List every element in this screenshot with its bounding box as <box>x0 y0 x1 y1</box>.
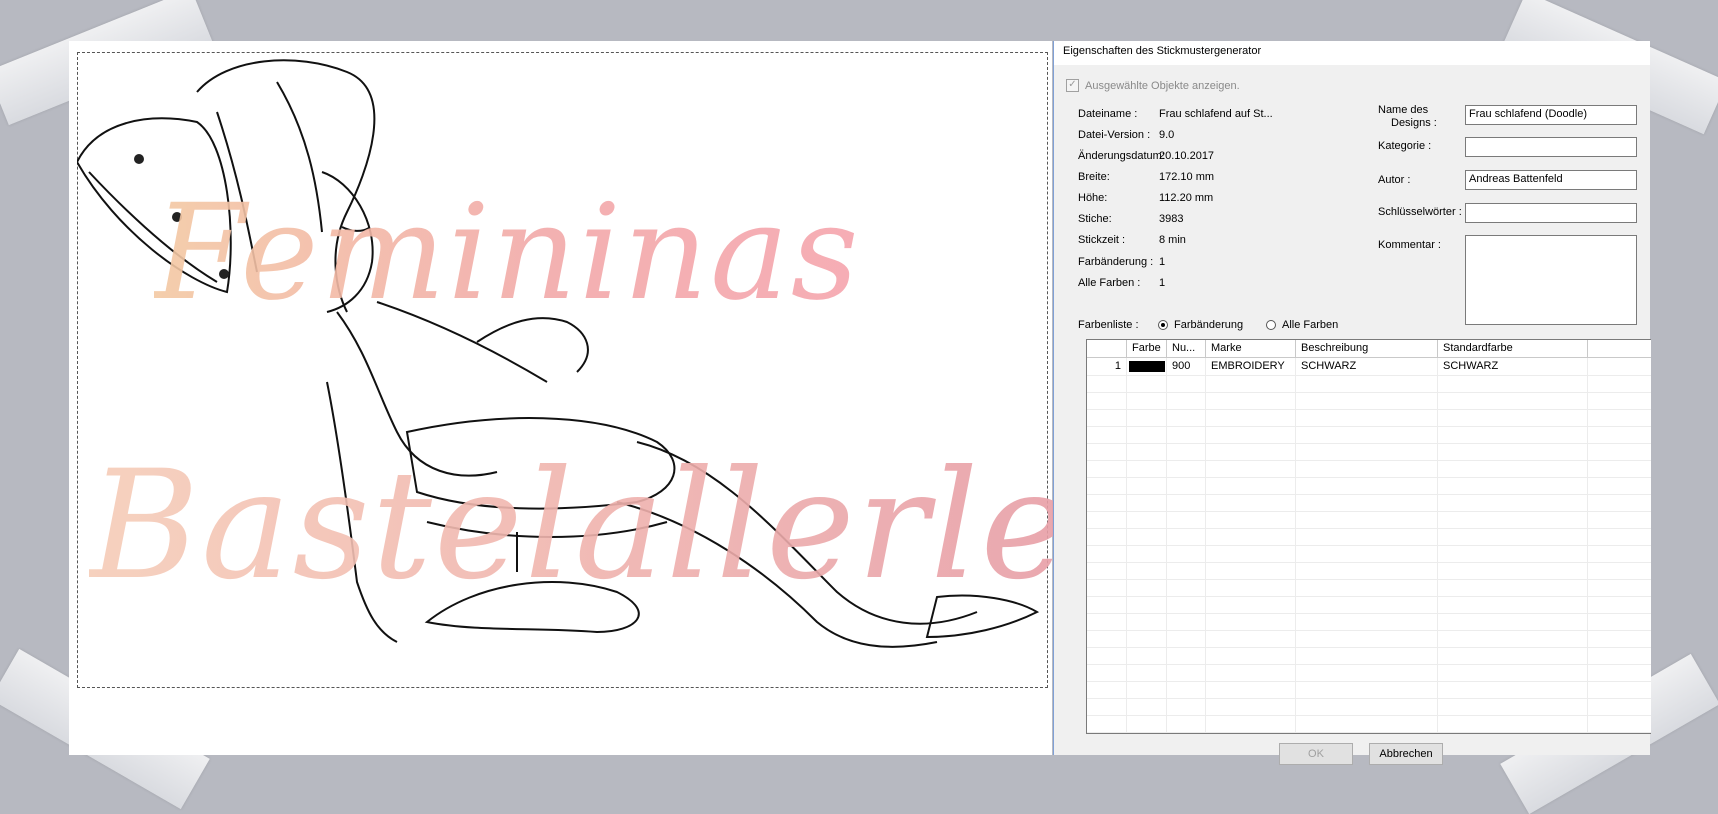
category-label: Kategorie : <box>1378 140 1432 152</box>
ok-button[interactable]: OK <box>1279 743 1353 765</box>
embroidery-canvas[interactable]: Femininas Bastelallerlei <box>69 41 1119 755</box>
radio-all-colors[interactable]: Alle Farben <box>1266 319 1338 331</box>
comment-label: Kommentar : <box>1378 239 1441 251</box>
info-label: Dateiname : <box>1078 108 1138 120</box>
cell-description: SCHWARZ <box>1296 358 1438 375</box>
radio-color-change-label: Farbänderung <box>1174 319 1244 331</box>
info-label: Stiche: <box>1078 213 1112 225</box>
keywords-input[interactable] <box>1465 203 1637 223</box>
column-header-extra[interactable] <box>1588 340 1650 357</box>
color-swatch <box>1129 360 1165 372</box>
info-value: 1 <box>1159 277 1166 289</box>
watermark-line-2: Bastelallerlei <box>89 439 1122 613</box>
cell-color-swatch <box>1127 358 1167 375</box>
info-value: 20.10.2017 <box>1159 150 1215 162</box>
radio-unselected-icon <box>1266 320 1276 330</box>
author-input[interactable]: Andreas Battenfeld <box>1465 170 1637 190</box>
info-value: Frau schlafend auf St... <box>1159 108 1273 120</box>
colorlist-label: Farbenliste : <box>1078 319 1139 331</box>
keywords-label: Schlüsselwörter : <box>1378 206 1462 218</box>
column-header-standard-color[interactable]: Standardfarbe <box>1438 340 1588 357</box>
info-label: Stickzeit : <box>1078 234 1126 246</box>
column-header-number[interactable]: Nu... <box>1167 340 1206 357</box>
cell-number: 900 <box>1167 358 1206 375</box>
properties-dialog: Eigenschaften des Stickmustergenerator ✓… <box>1053 41 1651 765</box>
column-header-brand[interactable]: Marke <box>1206 340 1296 357</box>
design-name-input[interactable]: Frau schlafend (Doodle) <box>1465 105 1637 125</box>
radio-selected-icon <box>1158 320 1168 330</box>
info-value: 1 <box>1159 256 1166 268</box>
info-label: Änderungsdatum: <box>1078 150 1165 162</box>
author-label: Autor : <box>1378 174 1411 186</box>
show-selected-objects-checkbox[interactable]: ✓ Ausgewählte Objekte anzeigen. <box>1066 79 1240 92</box>
info-label: Alle Farben : <box>1078 277 1141 289</box>
table-row[interactable]: 1 900 EMBROIDERY SCHWARZ SCHWARZ <box>1087 358 1651 376</box>
radio-all-colors-label: Alle Farben <box>1282 319 1339 331</box>
cell-standard-color: SCHWARZ <box>1438 358 1588 375</box>
column-header-description[interactable]: Beschreibung <box>1296 340 1438 357</box>
show-selected-objects-label: Ausgewählte Objekte anzeigen. <box>1085 79 1240 92</box>
dialog-title: Eigenschaften des Stickmustergenerator <box>1063 45 1262 57</box>
design-name-label-2: Designs : <box>1391 117 1437 129</box>
column-header-index[interactable] <box>1087 340 1127 357</box>
category-input[interactable] <box>1465 137 1637 157</box>
info-value: 112.20 mm <box>1159 192 1214 204</box>
info-label: Höhe: <box>1078 192 1108 204</box>
table-header: Farbe Nu... Marke Beschreibung Standardf… <box>1087 340 1651 358</box>
info-label: Breite: <box>1078 171 1110 183</box>
comment-textarea[interactable] <box>1465 235 1637 325</box>
info-value: 9.0 <box>1159 129 1175 141</box>
radio-color-change[interactable]: Farbänderung <box>1158 319 1243 331</box>
info-value: 8 min <box>1159 234 1186 246</box>
watermark-line-1: Femininas <box>154 176 861 330</box>
checkmark-icon: ✓ <box>1066 79 1079 92</box>
info-label: Farbänderung : <box>1078 256 1154 268</box>
info-value: 172.10 mm <box>1159 171 1215 183</box>
design-name-label-1: Name des <box>1378 104 1429 116</box>
info-label: Datei-Version : <box>1078 129 1151 141</box>
info-value: 3983 <box>1159 213 1184 225</box>
cell-index: 1 <box>1087 358 1127 375</box>
cell-extra <box>1588 358 1650 375</box>
empty-table-rows <box>1087 376 1651 733</box>
color-table[interactable]: Farbe Nu... Marke Beschreibung Standardf… <box>1086 339 1651 734</box>
cell-brand: EMBROIDERY <box>1206 358 1296 375</box>
column-header-color[interactable]: Farbe <box>1127 340 1167 357</box>
cancel-button[interactable]: Abbrechen <box>1369 743 1443 765</box>
